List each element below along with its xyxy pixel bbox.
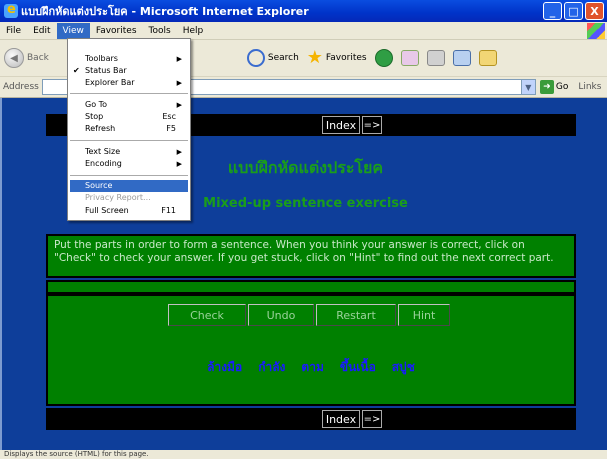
menu-item-explorer-bar[interactable]: Explorer Bar ▶ (70, 77, 188, 89)
menu-item-label: Text Size (85, 147, 121, 156)
window-controls: _ □ X (543, 2, 604, 20)
next-link[interactable]: => (362, 116, 382, 134)
close-button[interactable]: X (585, 2, 604, 20)
favorites-button[interactable]: ★ Favorites (307, 49, 367, 67)
word-item[interactable]: ล้างมือ (207, 358, 242, 377)
menu-item-toolbars[interactable]: Toolbars ▶ (70, 53, 188, 65)
shortcut-label: Esc (162, 112, 176, 121)
window-titlebar: แบบฝึกหัดแต่งประโยค - Microsoft Internet… (0, 0, 607, 22)
menu-separator (70, 175, 188, 176)
menu-item-label: Full Screen (85, 206, 129, 215)
index-link[interactable]: Index (322, 116, 360, 134)
exercise-panel: Check Undo Restart Hint ล้างมือ กำลัง ตา… (46, 294, 576, 406)
word-item[interactable]: สบู่ช (392, 358, 415, 377)
folder-button[interactable] (478, 50, 497, 66)
submenu-arrow-icon: ▶ (176, 160, 182, 168)
undo-button[interactable]: Undo (248, 304, 314, 326)
hint-button[interactable]: Hint (398, 304, 450, 326)
print-icon (426, 50, 445, 66)
mail-button[interactable] (400, 50, 419, 66)
index-link-bottom[interactable]: Index (322, 410, 360, 428)
answer-bar (46, 280, 576, 294)
menu-item-status-bar[interactable]: ✔ Status Bar (70, 65, 188, 77)
shortcut-label: F5 (166, 124, 176, 133)
history-icon (374, 49, 393, 67)
menu-item-label: Explorer Bar (85, 78, 135, 87)
history-button[interactable] (374, 49, 393, 67)
menu-file[interactable]: File (0, 23, 27, 39)
restart-button[interactable]: Restart (316, 304, 396, 326)
address-label: Address (3, 82, 39, 92)
go-arrow-icon: ➜ (539, 80, 554, 94)
submenu-arrow-icon: ▶ (176, 55, 182, 63)
word-item[interactable]: กำลัง (258, 358, 285, 377)
minimize-button[interactable]: _ (543, 2, 562, 20)
ie-logo-icon (4, 2, 18, 18)
menu-item-text-size[interactable]: Text Size ▶ (70, 146, 188, 158)
favorites-label: Favorites (325, 53, 367, 63)
submenu-arrow-icon: ▶ (176, 148, 182, 156)
menu-item-label: Encoding (85, 159, 122, 168)
menu-item-label: Toolbars (85, 54, 118, 63)
windows-logo-icon (587, 22, 605, 39)
chevron-down-icon[interactable]: ▼ (520, 80, 535, 94)
view-menu-dropdown: Toolbars ▶ ✔ Status Bar Explorer Bar ▶ G… (67, 38, 191, 221)
menu-item-label: Go To (85, 100, 108, 109)
menu-item-label: Stop (85, 112, 104, 121)
search-button[interactable]: Search (246, 49, 299, 67)
menu-edit[interactable]: Edit (27, 23, 56, 39)
checkmark-icon: ✔ (73, 66, 80, 75)
edit-button[interactable] (452, 50, 471, 66)
print-button[interactable] (426, 50, 445, 66)
menu-item-full-screen[interactable]: Full Screen F11 (70, 205, 188, 217)
maximize-button[interactable]: □ (564, 2, 583, 20)
menu-tools[interactable]: Tools (143, 23, 177, 39)
back-label: Back (27, 53, 49, 63)
back-arrow-icon: ◀ (4, 48, 24, 68)
go-label: Go (555, 82, 569, 92)
next-link-bottom[interactable]: => (362, 410, 382, 428)
window-title: แบบฝึกหัดแต่งประโยค - Microsoft Internet… (21, 5, 309, 18)
search-label: Search (267, 53, 299, 63)
mail-icon (400, 50, 419, 66)
go-button[interactable]: ➜ Go (539, 80, 569, 94)
menu-view[interactable]: View (56, 22, 90, 39)
word-item[interactable]: ขึ้นเนื้อ (340, 358, 376, 377)
check-button[interactable]: Check (168, 304, 246, 326)
menu-item-label: Privacy Report... (85, 193, 151, 202)
submenu-arrow-icon: ▶ (176, 79, 182, 87)
menu-item-label: Refresh (85, 124, 116, 133)
search-icon (246, 49, 265, 67)
menu-item-privacy-report: Privacy Report... (70, 192, 188, 204)
menu-item-refresh[interactable]: Refresh F5 (70, 123, 188, 135)
shortcut-label: F11 (161, 206, 176, 215)
menu-item-encoding[interactable]: Encoding ▶ (70, 158, 188, 170)
menu-item-source[interactable]: Source (70, 180, 188, 192)
menu-help[interactable]: Help (177, 23, 210, 39)
menu-item-stop[interactable]: Stop Esc (70, 111, 188, 123)
menu-item-label: Source (85, 181, 113, 190)
status-bar: Displays the source (HTML) for this page… (0, 450, 607, 459)
instructions-panel: Put the parts in order to form a sentenc… (46, 234, 576, 278)
back-button[interactable]: ◀ Back (4, 48, 49, 68)
exercise-buttons: Check Undo Restart Hint (168, 304, 452, 326)
links-button[interactable]: Links (578, 82, 601, 92)
word-list: ล้างมือ กำลัง ตาม ขึ้นเนื้อ สบู่ช (48, 358, 574, 377)
word-item[interactable]: ตาม (301, 358, 323, 377)
submenu-arrow-icon: ▶ (176, 101, 182, 109)
bottom-nav-bar: Index => (46, 408, 576, 430)
edit-icon (452, 50, 471, 66)
menu-item-go-to[interactable]: Go To ▶ (70, 99, 188, 111)
menu-item-label: Status Bar (85, 66, 127, 75)
folder-icon (478, 50, 497, 66)
menu-favorites[interactable]: Favorites (90, 23, 143, 39)
menu-separator (70, 140, 188, 141)
menu-separator (70, 93, 188, 94)
star-icon: ★ (306, 47, 323, 68)
